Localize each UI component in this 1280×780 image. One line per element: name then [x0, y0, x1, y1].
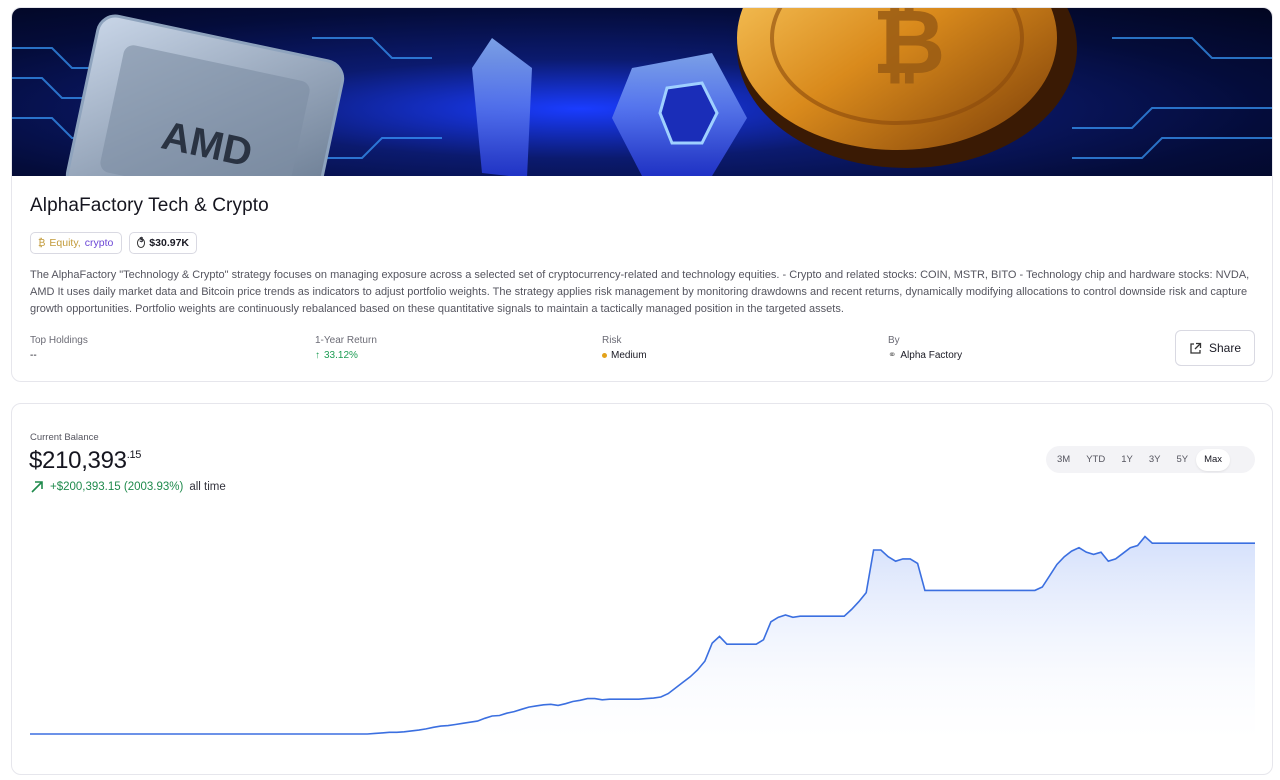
category-primary: Equity,	[49, 237, 81, 249]
dollar-coin-icon	[137, 237, 146, 248]
bitcoin-icon: ₿	[38, 237, 46, 249]
category-tag[interactable]: ₿ Equity, crypto	[30, 232, 122, 254]
share-button[interactable]: Share	[1175, 330, 1255, 366]
link-icon: ⚭	[888, 350, 897, 361]
value-tag[interactable]: $30.97K	[129, 232, 197, 254]
banner-image: AMD ₿	[12, 8, 1272, 176]
return-value: 33.12%	[324, 350, 358, 361]
top-holdings-value: --	[30, 350, 37, 361]
risk-value: Medium	[611, 350, 647, 361]
category-secondary: crypto	[84, 237, 114, 249]
strategy-description: The AlphaFactory "Technology & Crypto" s…	[30, 269, 1250, 315]
strategy-title: AlphaFactory Tech & Crypto	[30, 195, 269, 216]
top-holdings: Top Holdings --	[30, 335, 88, 361]
author-name[interactable]: Alpha Factory	[900, 350, 962, 361]
value-tag-text: $30.97K	[149, 237, 189, 249]
by-label: By	[888, 335, 900, 346]
risk: Risk Medium	[602, 335, 647, 361]
risk-dot-icon	[602, 353, 607, 358]
balance-chart[interactable]	[12, 404, 1273, 775]
strategy-card: AMD ₿ AlphaFactory Tech & Crypto ₿ Equit…	[11, 7, 1273, 382]
performance-card: Current Balance $210,393.15 +$200,393.15…	[11, 403, 1273, 775]
risk-label: Risk	[602, 335, 622, 346]
top-holdings-label: Top Holdings	[30, 335, 88, 346]
author: By ⚭ Alpha Factory	[888, 335, 962, 361]
external-link-icon	[1190, 342, 1202, 354]
balance-area	[30, 536, 1255, 740]
return-label: 1-Year Return	[315, 335, 377, 346]
share-label: Share	[1208, 341, 1242, 355]
svg-text:₿: ₿	[872, 8, 945, 93]
one-year-return: 1-Year Return ↑ 33.12%	[315, 335, 377, 361]
arrow-up-icon: ↑	[315, 350, 320, 361]
